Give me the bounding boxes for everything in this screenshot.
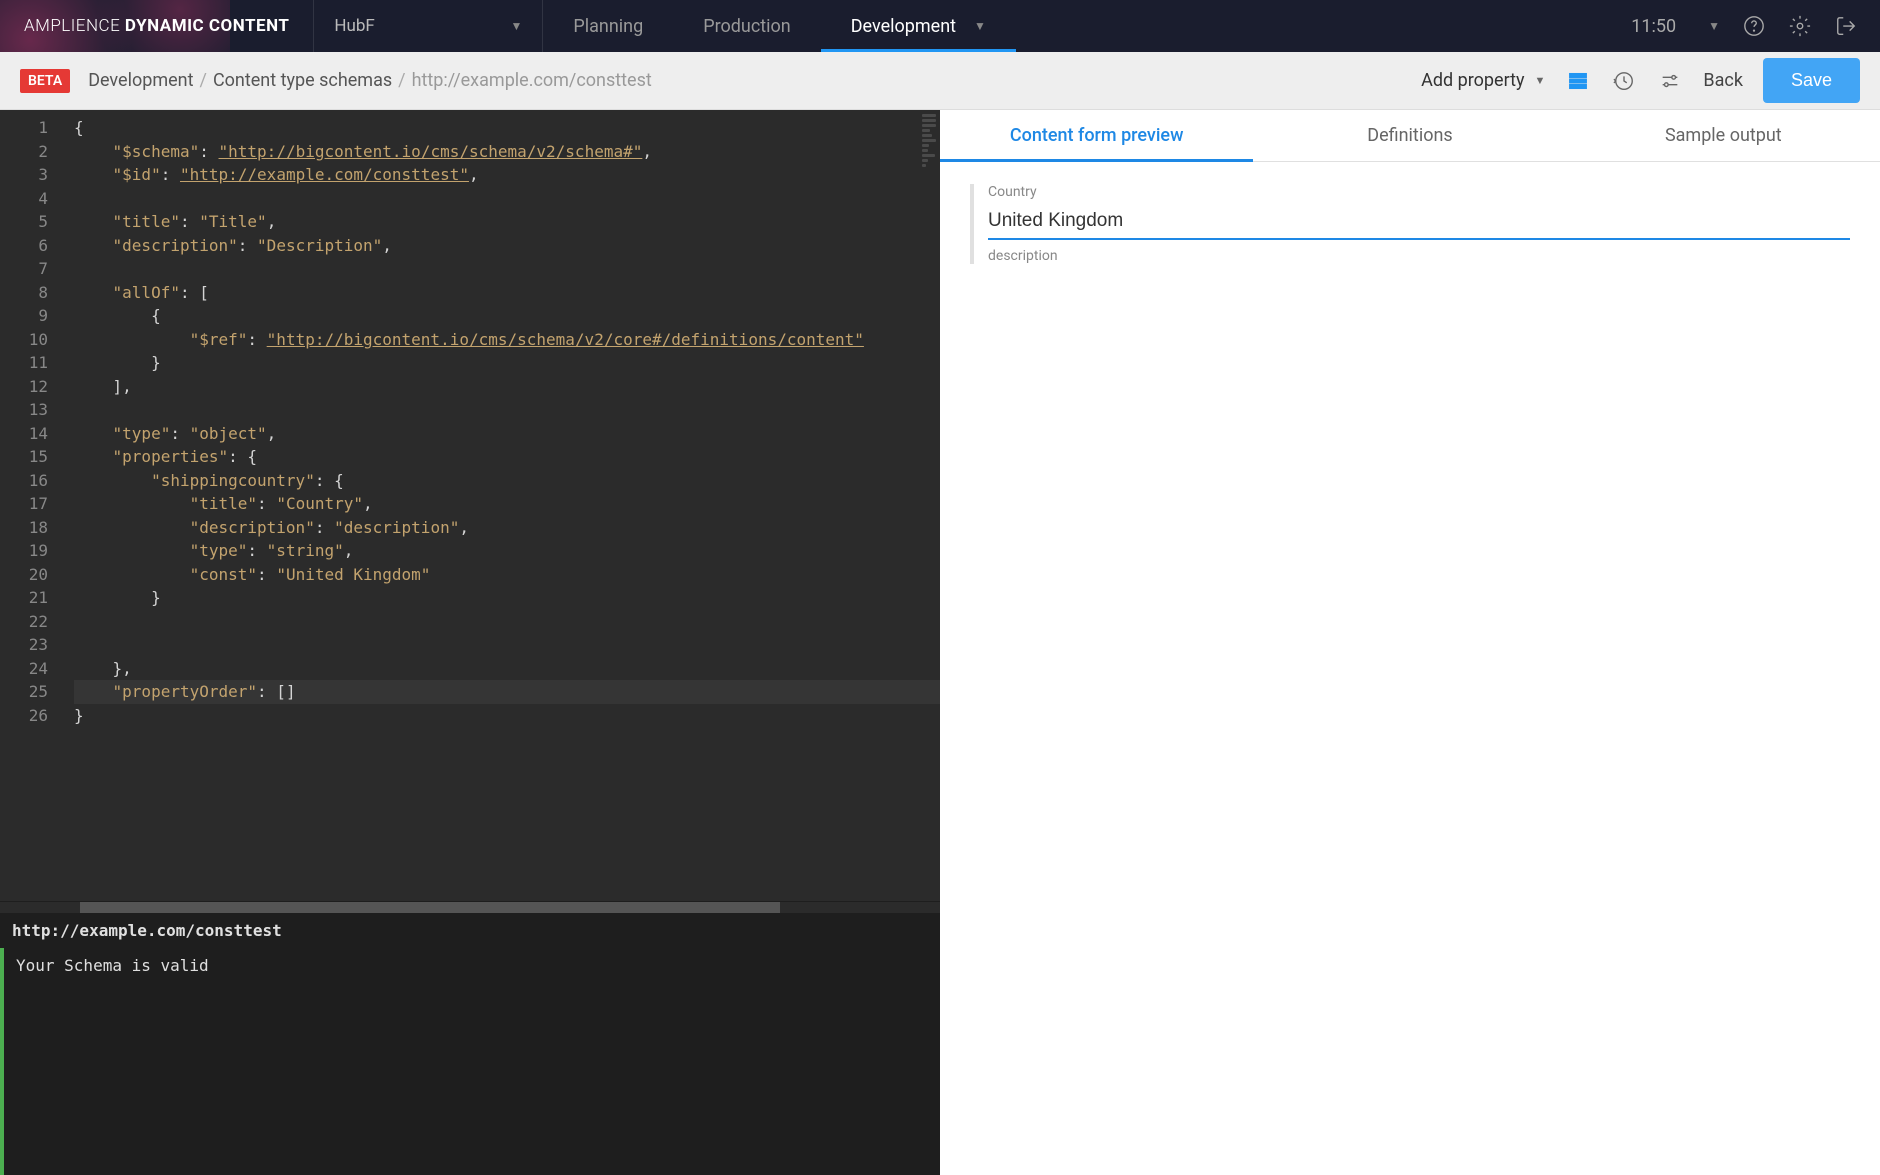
nav-tab-planning[interactable]: Planning (543, 0, 673, 52)
save-button[interactable]: Save (1763, 58, 1860, 103)
editor-horizontal-scrollbar[interactable] (0, 901, 940, 913)
nav-tab-production[interactable]: Production (673, 0, 821, 52)
chevron-down-icon: ▼ (510, 19, 522, 33)
breadcrumb-item[interactable]: Development (88, 70, 193, 91)
settings-sliders-icon[interactable] (1657, 68, 1683, 94)
code-editor[interactable]: 1234567891011121314151617181920212223242… (0, 110, 940, 901)
sub-header: BETA Development / Content type schemas … (0, 52, 1880, 110)
nav-tab-label: Production (703, 16, 791, 37)
form-field-country: Country description (970, 184, 1850, 264)
breadcrumb: Development / Content type schemas / htt… (88, 70, 652, 91)
tab-content-form-preview[interactable]: Content form preview (940, 110, 1253, 161)
preview-content: Country description (940, 162, 1880, 286)
preview-tabs: Content form preview Definitions Sample … (940, 110, 1880, 162)
header-right: 11:50 ▼ (1631, 14, 1880, 38)
tab-label: Content form preview (1010, 125, 1184, 146)
back-button[interactable]: Back (1703, 70, 1743, 91)
tab-definitions[interactable]: Definitions (1253, 110, 1566, 161)
beta-badge: BETA (20, 69, 70, 93)
field-description: description (988, 248, 1850, 264)
status-message: Your Schema is valid (0, 948, 940, 1175)
brand-logo: AMPLIENCE DYNAMIC CONTENT (0, 16, 313, 36)
sub-header-actions: Add property ▼ Back Save (1421, 58, 1860, 103)
layout-split-icon[interactable] (1565, 68, 1591, 94)
history-icon[interactable] (1611, 68, 1637, 94)
brand-light: AMPLIENCE (24, 16, 125, 36)
tab-sample-output[interactable]: Sample output (1567, 110, 1880, 161)
nav-tab-label: Development (851, 16, 956, 37)
breadcrumb-item[interactable]: Content type schemas (213, 70, 392, 91)
editor-code[interactable]: { "$schema": "http://bigcontent.io/cms/s… (58, 110, 940, 901)
help-icon[interactable] (1742, 14, 1766, 38)
country-input[interactable] (988, 204, 1850, 240)
add-property-label: Add property (1421, 70, 1524, 91)
status-url: http://example.com/consttest (0, 913, 940, 948)
brand-bold: DYNAMIC CONTENT (125, 16, 289, 36)
editor-pane: 1234567891011121314151617181920212223242… (0, 110, 940, 1175)
preview-pane: Content form preview Definitions Sample … (940, 110, 1880, 1175)
main-split: 1234567891011121314151617181920212223242… (0, 110, 1880, 1175)
logout-icon[interactable] (1834, 14, 1858, 38)
clock-time: 11:50 (1631, 16, 1676, 37)
breadcrumb-item: http://example.com/consttest (412, 70, 652, 91)
nav-tabs: Planning Production Development ▼ (543, 0, 1016, 52)
nav-tab-development[interactable]: Development ▼ (821, 0, 1016, 52)
hub-name: HubF (334, 16, 374, 36)
add-property-dropdown[interactable]: Add property ▼ (1421, 70, 1545, 91)
tab-label: Sample output (1665, 125, 1782, 146)
chevron-down-icon[interactable]: ▼ (1708, 19, 1720, 33)
hub-selector[interactable]: HubF ▼ (313, 0, 543, 52)
gear-icon[interactable] (1788, 14, 1812, 38)
editor-gutter: 1234567891011121314151617181920212223242… (0, 110, 58, 901)
chevron-down-icon: ▼ (1535, 74, 1546, 87)
nav-tab-label: Planning (573, 16, 643, 37)
chevron-down-icon: ▼ (974, 19, 986, 33)
field-label: Country (988, 184, 1850, 200)
scrollbar-thumb[interactable] (80, 902, 780, 913)
tab-label: Definitions (1367, 125, 1452, 146)
breadcrumb-sep: / (398, 70, 405, 91)
top-header: AMPLIENCE DYNAMIC CONTENT HubF ▼ Plannin… (0, 0, 1880, 52)
breadcrumb-sep: / (200, 70, 207, 91)
